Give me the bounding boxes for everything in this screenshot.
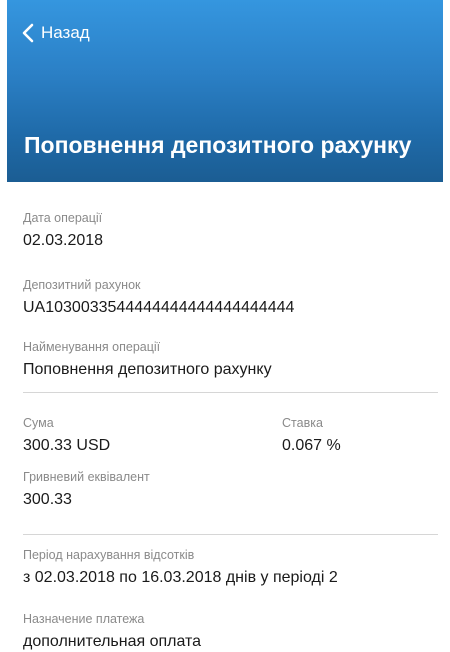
operation-name-value: Поповнення депозитного рахунку	[23, 361, 272, 378]
operation-date-value: 02.03.2018	[23, 232, 104, 249]
amount-field: Сума 300.33 USD	[23, 415, 110, 456]
rate-label: Ставка	[282, 416, 323, 430]
back-label: Назад	[41, 23, 90, 42]
deposit-account-value: UA1030033544444444444444444444	[23, 299, 295, 316]
amount-label: Сума	[23, 416, 54, 430]
rate-value: 0.067 %	[282, 437, 341, 454]
payment-purpose-value: дополнительная оплата	[23, 633, 202, 650]
uah-equivalent-value: 300.33	[23, 491, 72, 508]
deposit-account-label: Депозитний рахунок	[23, 278, 141, 292]
uah-equivalent-label: Гривневий еквівалент	[23, 470, 150, 484]
payment-purpose-field: Назначение платежа дополнительная оплата	[23, 611, 201, 652]
back-button[interactable]: Назад	[21, 22, 90, 44]
chevron-left-icon	[22, 23, 34, 43]
interest-period-field: Період нарахування відсотків з 02.03.201…	[23, 547, 338, 588]
operation-date-field: Дата операції 02.03.2018	[23, 210, 103, 251]
amount-value: 300.33 USD	[23, 437, 111, 454]
page-title: Поповнення депозитного рахунку	[24, 132, 412, 158]
operation-date-label: Дата операції	[23, 211, 103, 225]
payment-purpose-label: Назначение платежа	[23, 612, 145, 626]
divider	[23, 392, 438, 393]
interest-period-value: з 02.03.2018 по 16.03.2018 днів у період…	[23, 569, 338, 586]
operation-name-label: Найменування операції	[23, 340, 161, 354]
divider	[23, 534, 438, 535]
header-bar: Назад Поповнення депозитного рахунку	[7, 0, 443, 182]
operation-name-field: Найменування операції Поповнення депозит…	[23, 339, 272, 380]
uah-equivalent-field: Гривневий еквівалент 300.33	[23, 469, 150, 510]
deposit-account-field: Депозитний рахунок UA1030033544444444444…	[23, 277, 294, 318]
interest-period-label: Період нарахування відсотків	[23, 548, 195, 562]
rate-field: Ставка 0.067 %	[282, 415, 341, 456]
